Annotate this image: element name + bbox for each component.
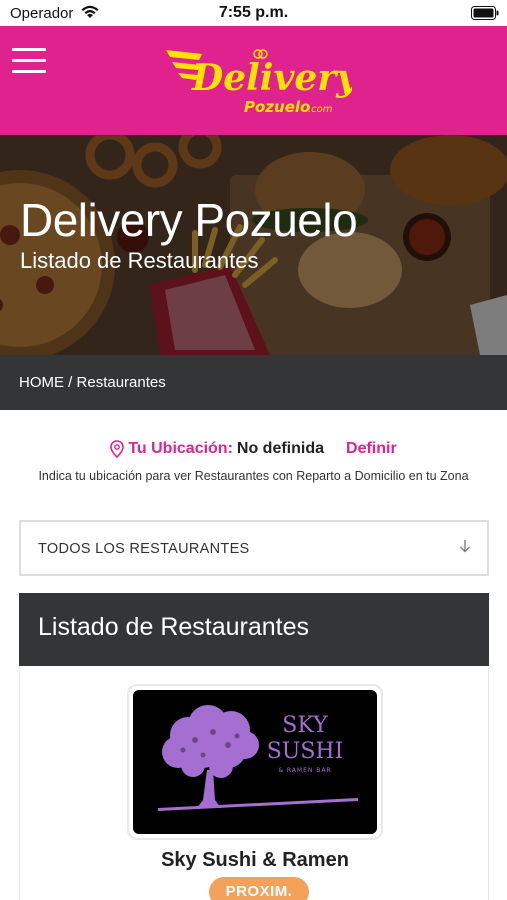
define-location-link[interactable]: Definir	[346, 440, 397, 458]
delivery-pozuelo-logo[interactable]: Delivery Pozuelo .com	[162, 40, 352, 120]
battery-icon	[471, 6, 499, 25]
location-label: Tu Ubicación:	[128, 440, 233, 457]
logo-main-text: Delivery	[191, 57, 352, 99]
filter-selected-value: TODOS LOS RESTAURANTES	[38, 541, 250, 557]
map-pin-icon	[110, 440, 125, 458]
menu-bar-icon	[12, 59, 46, 62]
breadcrumb-home-link[interactable]: HOME	[19, 374, 64, 391]
tree-logo-graphic: SKY SUSHI & RAMEN BAR	[158, 705, 358, 811]
app-header: Delivery Pozuelo .com	[0, 26, 507, 135]
logo-text-line1: SKY	[282, 713, 328, 738]
location-value: No definida	[236, 440, 325, 457]
listing-title: Listado de Restaurantes	[38, 613, 310, 641]
logo-text-line3: & RAMEN BAR	[278, 767, 331, 774]
breadcrumb-current: Restaurantes	[76, 374, 166, 391]
restaurant-logo-card[interactable]: SKY SUSHI & RAMEN BAR	[127, 684, 383, 840]
location-section: Tu Ubicación: No definida Definir Indica…	[0, 440, 507, 483]
hamburger-menu-button[interactable]	[12, 48, 46, 76]
clock: 7:55 p.m.	[218, 4, 289, 21]
status-bar: Operador 7:55 p.m.	[0, 0, 507, 26]
restaurant-filter-select[interactable]: TODOS LOS RESTAURANTES	[19, 520, 489, 576]
location-line: Tu Ubicación: No definida Definir	[110, 440, 397, 458]
breadcrumb-separator: /	[64, 374, 77, 391]
logo-sub-text: Pozuelo	[244, 98, 310, 116]
hero-banner: Delivery Pozuelo Listado de Restaurantes	[0, 135, 507, 355]
hero-subtitle: Listado de Restaurantes	[20, 248, 259, 273]
logo-text-line2: SUSHI	[267, 739, 344, 764]
arrow-down-icon	[459, 539, 471, 557]
hero-title: Delivery Pozuelo	[20, 194, 358, 246]
logo-suffix-text: .com	[308, 104, 333, 115]
listing-header: Listado de Restaurantes	[19, 593, 489, 666]
menu-bar-icon	[12, 70, 46, 73]
menu-bar-icon	[12, 48, 46, 51]
status-badge: PROXIM.	[209, 877, 309, 900]
restaurant-logo-image: SKY SUSHI & RAMEN BAR	[133, 690, 377, 834]
breadcrumb: HOME / Restaurantes	[0, 355, 507, 410]
restaurant-list: SKY SUSHI & RAMEN BAR Sky Sushi & Ramen …	[19, 666, 489, 900]
location-help-text: Indica tu ubicación para ver Restaurante…	[38, 469, 469, 483]
restaurant-name[interactable]: Sky Sushi & Ramen	[20, 849, 490, 872]
